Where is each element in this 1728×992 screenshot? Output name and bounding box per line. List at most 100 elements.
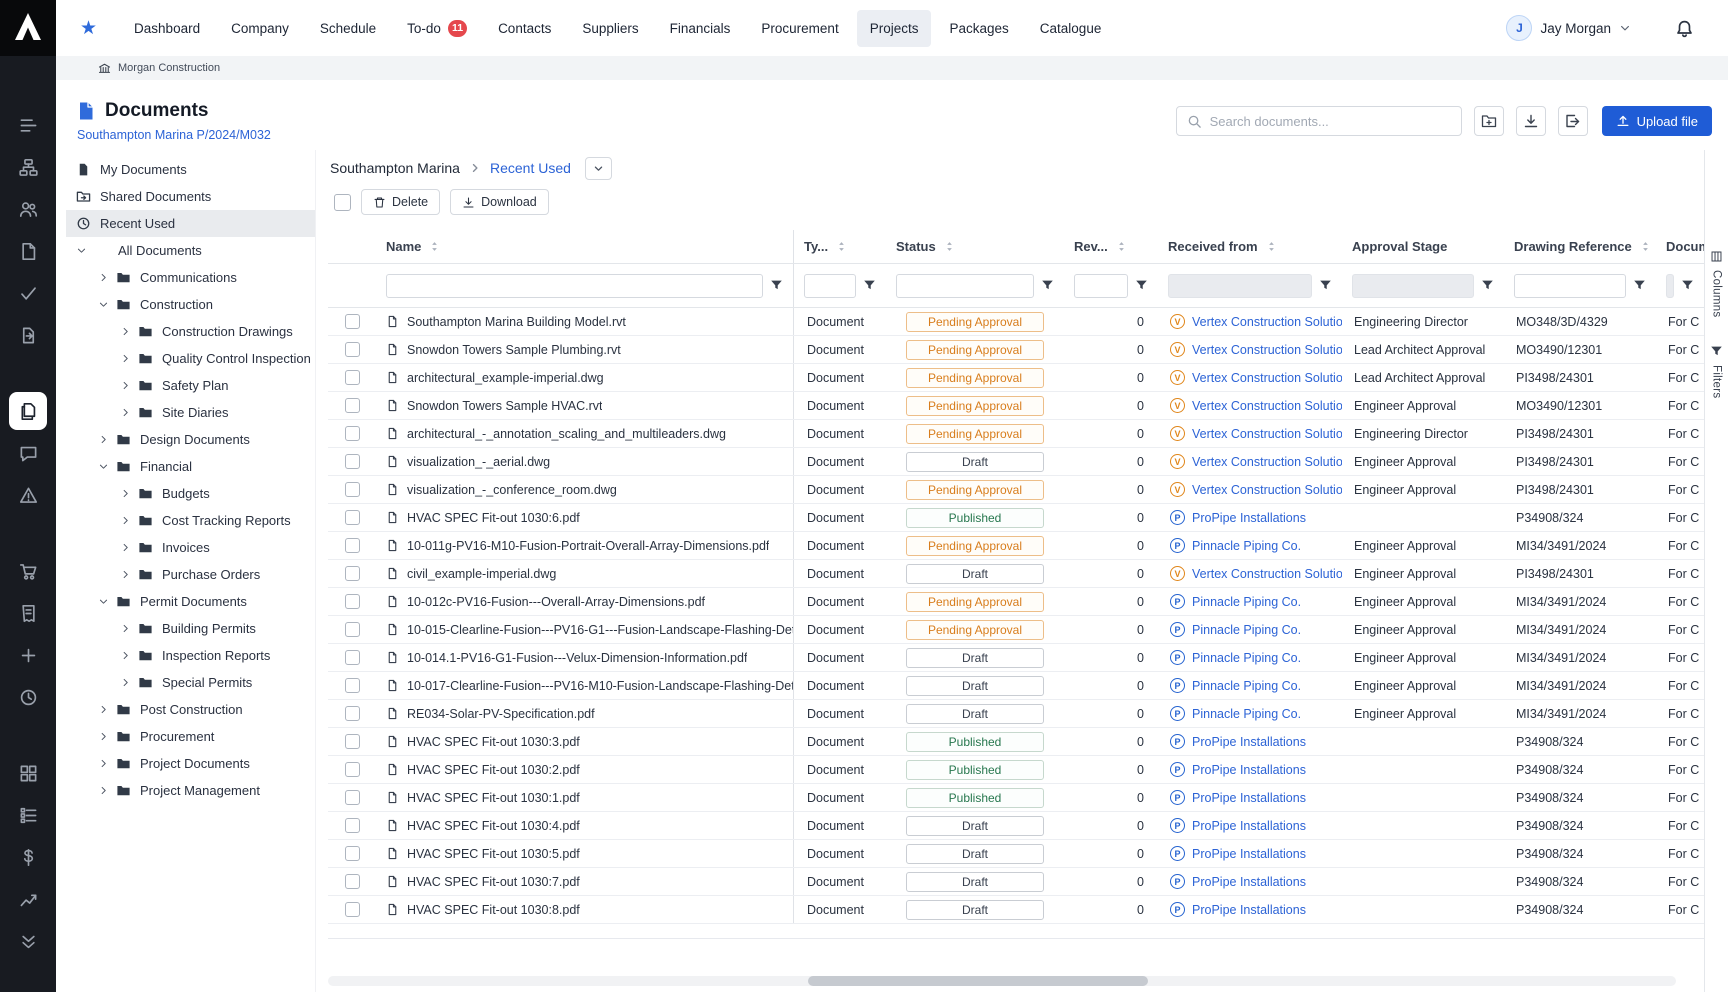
received-from-link[interactable]: ProPipe Installations	[1192, 763, 1306, 777]
nav-catalogue[interactable]: Catalogue	[1027, 10, 1115, 47]
rail-finance-icon[interactable]	[7, 836, 49, 878]
filters-panel-tab[interactable]: Filters	[1710, 345, 1723, 398]
row-checkbox[interactable]	[345, 398, 360, 413]
tree-item-all-documents[interactable]: All Documents	[66, 237, 315, 264]
breadcrumb-project[interactable]: Southampton Marina	[330, 160, 460, 176]
document-name-cell[interactable]: HVAC SPEC Fit-out 1030:8.pdf	[376, 896, 794, 923]
tree-item-permit-documents[interactable]: Permit Documents	[66, 588, 315, 615]
documents-search-box[interactable]	[1176, 106, 1462, 136]
tree-item-special-permits[interactable]: Special Permits	[66, 669, 315, 696]
document-name-cell[interactable]: HVAC SPEC Fit-out 1030:2.pdf	[376, 756, 794, 783]
received-from-link[interactable]: Pinnacle Piping Co.	[1192, 623, 1301, 637]
chevron-right-icon[interactable]	[98, 434, 116, 445]
row-checkbox[interactable]	[345, 818, 360, 833]
chevron-right-icon[interactable]	[120, 326, 138, 337]
filter-input-drawing-reference[interactable]	[1514, 274, 1626, 298]
row-checkbox[interactable]	[345, 482, 360, 497]
document-row[interactable]: HVAC SPEC Fit-out 1030:8.pdfDocumentDraf…	[328, 896, 1704, 924]
document-name-cell[interactable]: HVAC SPEC Fit-out 1030:1.pdf	[376, 784, 794, 811]
column-header-drawing-reference[interactable]: Drawing Reference	[1504, 239, 1656, 254]
document-name-cell[interactable]: HVAC SPEC Fit-out 1030:6.pdf	[376, 504, 794, 531]
received-from-link[interactable]: Vertex Construction Solutio	[1192, 455, 1342, 469]
rail-add-icon[interactable]	[7, 634, 49, 676]
row-checkbox[interactable]	[345, 902, 360, 917]
chevron-right-icon[interactable]	[120, 488, 138, 499]
chevron-right-icon[interactable]	[120, 353, 138, 364]
document-row[interactable]: 10-012c-PV16-Fusion---Overall-Array-Dime…	[328, 588, 1704, 616]
filter-funnel-icon[interactable]	[1633, 279, 1646, 292]
row-checkbox[interactable]	[345, 622, 360, 637]
sort-icon[interactable]	[1265, 240, 1278, 253]
rail-task-list-icon[interactable]	[7, 104, 49, 146]
chevron-right-icon[interactable]	[120, 380, 138, 391]
tree-item-purchase-orders[interactable]: Purchase Orders	[66, 561, 315, 588]
rail-invoice-icon[interactable]	[7, 592, 49, 634]
document-row[interactable]: HVAC SPEC Fit-out 1030:5.pdfDocumentDraf…	[328, 840, 1704, 868]
received-from-link[interactable]: Vertex Construction Solutio	[1192, 483, 1342, 497]
filter-funnel-icon[interactable]	[1041, 279, 1054, 292]
document-row[interactable]: architectural_-_annotation_scaling_and_m…	[328, 420, 1704, 448]
received-from-link[interactable]: ProPipe Installations	[1192, 847, 1306, 861]
received-from-link[interactable]: ProPipe Installations	[1192, 903, 1306, 917]
document-row[interactable]: HVAC SPEC Fit-out 1030:7.pdfDocumentDraf…	[328, 868, 1704, 896]
move-documents-button[interactable]	[1558, 106, 1588, 136]
received-from-link[interactable]: Vertex Construction Solutio	[1192, 399, 1342, 413]
row-checkbox[interactable]	[345, 566, 360, 581]
user-menu[interactable]: J Jay Morgan	[1506, 15, 1631, 41]
received-from-link[interactable]: ProPipe Installations	[1192, 511, 1306, 525]
row-checkbox[interactable]	[345, 454, 360, 469]
row-checkbox[interactable]	[345, 762, 360, 777]
notifications-bell-icon[interactable]	[1675, 19, 1694, 38]
row-checkbox[interactable]	[345, 678, 360, 693]
app-logo[interactable]	[0, 0, 56, 56]
column-header-status[interactable]: Status	[886, 239, 1064, 254]
rail-document-export-icon[interactable]	[7, 314, 49, 356]
scrollbar-thumb[interactable]	[808, 976, 1148, 986]
horizontal-scrollbar[interactable]	[328, 976, 1676, 986]
filter-input-status[interactable]	[896, 274, 1034, 298]
document-row[interactable]: 10-015-Clearline-Fusion---PV16-G1---Fusi…	[328, 616, 1704, 644]
rail-approvals-icon[interactable]	[7, 272, 49, 314]
document-row[interactable]: Snowdon Towers Sample HVAC.rvtDocumentPe…	[328, 392, 1704, 420]
received-from-link[interactable]: ProPipe Installations	[1192, 819, 1306, 833]
received-from-link[interactable]: Pinnacle Piping Co.	[1192, 539, 1301, 553]
select-all-checkbox[interactable]	[334, 194, 351, 211]
document-name-cell[interactable]: HVAC SPEC Fit-out 1030:7.pdf	[376, 868, 794, 895]
chevron-down-icon[interactable]	[98, 596, 116, 607]
received-from-link[interactable]: Vertex Construction Solutio	[1192, 343, 1342, 357]
document-row[interactable]: visualization_-_conference_room.dwgDocum…	[328, 476, 1704, 504]
rail-cart-icon[interactable]	[7, 550, 49, 592]
company-name[interactable]: Morgan Construction	[118, 62, 220, 74]
rail-chat-icon[interactable]	[7, 432, 49, 474]
filter-select-received-from[interactable]	[1168, 274, 1312, 298]
tree-item-recent-used[interactable]: Recent Used	[66, 210, 315, 237]
tree-item-shared-documents[interactable]: Shared Documents	[66, 183, 315, 210]
chevron-down-icon[interactable]	[98, 461, 116, 472]
document-row[interactable]: Snowdon Towers Sample Plumbing.rvtDocume…	[328, 336, 1704, 364]
received-from-link[interactable]: ProPipe Installations	[1192, 735, 1306, 749]
row-checkbox[interactable]	[345, 594, 360, 609]
document-row[interactable]: HVAC SPEC Fit-out 1030:1.pdfDocumentPubl…	[328, 784, 1704, 812]
rail-issues-icon[interactable]	[7, 474, 49, 516]
document-name-cell[interactable]: architectural_-_annotation_scaling_and_m…	[376, 420, 794, 447]
tree-item-safety-plan[interactable]: Safety Plan	[66, 372, 315, 399]
filter-funnel-icon[interactable]	[1319, 279, 1332, 292]
rail-collapse-icon[interactable]	[7, 920, 49, 962]
column-header-approval-stage[interactable]: Approval Stage	[1342, 239, 1504, 254]
tree-item-construction-drawings[interactable]: Construction Drawings	[66, 318, 315, 345]
chevron-right-icon[interactable]	[120, 569, 138, 580]
document-row[interactable]: HVAC SPEC Fit-out 1030:4.pdfDocumentDraf…	[328, 812, 1704, 840]
document-row[interactable]: HVAC SPEC Fit-out 1030:3.pdfDocumentPubl…	[328, 728, 1704, 756]
tree-item-budgets[interactable]: Budgets	[66, 480, 315, 507]
column-header-ty[interactable]: Ty...	[794, 239, 886, 254]
rail-hierarchy-icon[interactable]	[7, 146, 49, 188]
rail-analytics-icon[interactable]	[7, 878, 49, 920]
column-header-docum[interactable]: Docum	[1656, 239, 1704, 254]
tree-item-cost-tracking-reports[interactable]: Cost Tracking Reports	[66, 507, 315, 534]
nav-to-do[interactable]: To-do11	[394, 9, 480, 48]
breadcrumb-folder[interactable]: Recent Used	[490, 160, 571, 176]
nav-packages[interactable]: Packages	[936, 10, 1021, 47]
tree-item-invoices[interactable]: Invoices	[66, 534, 315, 561]
nav-procurement[interactable]: Procurement	[748, 10, 851, 47]
document-name-cell[interactable]: visualization_-_aerial.dwg	[376, 448, 794, 475]
